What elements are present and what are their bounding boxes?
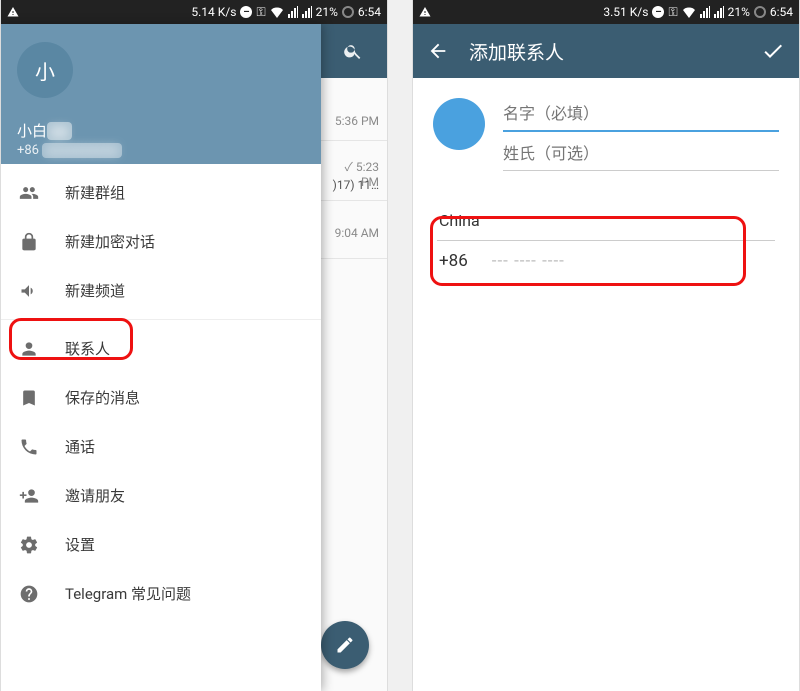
avatar-placeholder[interactable] — [433, 98, 485, 150]
person-icon — [19, 339, 41, 359]
megaphone-icon — [19, 281, 41, 301]
vpn-key-icon: ⚿ — [668, 5, 677, 20]
divider — [319, 258, 387, 259]
signal-icon — [700, 6, 710, 18]
country-code-input[interactable]: +86 — [439, 251, 468, 271]
drawer-invite-friends[interactable]: 邀请朋友 — [1, 471, 321, 520]
drawer-item-label: 保存的消息 — [65, 387, 140, 408]
back-icon[interactable] — [427, 40, 449, 62]
confirm-icon[interactable] — [761, 39, 785, 63]
net-speed: 3.51 K/s — [603, 5, 648, 19]
do-not-disturb-icon: – — [652, 6, 664, 18]
lock-icon — [19, 232, 41, 252]
chat-toolbar — [319, 24, 387, 78]
divider — [319, 200, 387, 201]
drawer-new-secret-chat[interactable]: 新建加密对话 — [1, 217, 321, 266]
signal-icon — [288, 6, 298, 18]
drawer-header[interactable]: 小 小白▮▮ +86 ▮▮▮▮▮▮▮▮▮▮ — [1, 24, 321, 164]
drawer-list: 新建群组 新建加密对话 新建频道 联系人 保存的消息 通话 — [1, 164, 321, 691]
first-name-input[interactable] — [503, 98, 779, 132]
search-icon[interactable] — [343, 41, 363, 61]
warning-icon — [7, 6, 19, 18]
battery-pct: 21% — [316, 5, 338, 19]
phone-number-input[interactable]: --- ---- ---- — [492, 251, 565, 271]
drawer-item-label: 联系人 — [65, 338, 110, 359]
drawer-item-label: 通话 — [65, 436, 95, 457]
phone-section: China +86 --- ---- ---- — [433, 207, 779, 275]
drawer-item-label: 邀请朋友 — [65, 485, 125, 506]
add-contact-form: China +86 --- ---- ---- — [413, 78, 799, 275]
chat-time: 9:04 AM — [319, 220, 387, 246]
drawer-username: 小白▮▮ — [17, 120, 305, 141]
phone-row: +86 --- ---- ---- — [437, 240, 775, 275]
phone-icon — [19, 437, 41, 457]
help-icon — [19, 584, 41, 604]
avatar-initial: 小 — [35, 56, 55, 85]
signal-icon-2 — [714, 6, 724, 18]
right-phone: 3.51 K/s – ⚿ 21% 6:54 添加联系人 Ch — [412, 0, 800, 691]
nav-drawer: 小 小白▮▮ +86 ▮▮▮▮▮▮▮▮▮▮ 新建群组 新建加密对话 新建频道 — [1, 24, 321, 691]
drawer-settings[interactable]: 设置 — [1, 520, 321, 569]
clock-time: 6:54 — [358, 5, 381, 19]
invite-icon — [19, 486, 41, 506]
group-icon — [19, 183, 41, 203]
divider — [1, 319, 321, 320]
bookmark-icon — [19, 388, 41, 408]
drawer-phone: +86 ▮▮▮▮▮▮▮▮▮▮ — [17, 143, 305, 158]
avatar[interactable]: 小 — [17, 42, 73, 98]
drawer-item-label: Telegram 常见问题 — [65, 583, 191, 604]
drawer-contacts[interactable]: 联系人 — [1, 324, 321, 373]
drawer-faq[interactable]: Telegram 常见问题 — [1, 569, 321, 618]
status-bar: 5.14 K/s – ⚿ 21% 6:54 — [1, 0, 387, 24]
toolbar-title: 添加联系人 — [469, 38, 564, 65]
add-contact-toolbar: 添加联系人 — [413, 24, 799, 78]
clock-time: 6:54 — [770, 5, 793, 19]
vpn-key-icon: ⚿ — [256, 5, 265, 20]
drawer-item-label: 设置 — [65, 534, 95, 555]
left-phone: 5.14 K/s – ⚿ 21% 6:54 5:36 PM ✓ 5:23 PM … — [0, 0, 388, 691]
wifi-icon — [682, 6, 696, 18]
drawer-item-label: 新建频道 — [65, 280, 125, 301]
do-not-disturb-icon: – — [240, 6, 252, 18]
chat-snippet: )17) 11… — [319, 172, 387, 198]
drawer-item-label: 新建加密对话 — [65, 231, 155, 252]
battery-pct: 21% — [728, 5, 750, 19]
divider — [319, 140, 387, 141]
warning-icon — [419, 6, 431, 18]
last-name-input[interactable] — [503, 138, 779, 171]
country-selector[interactable]: China — [437, 207, 775, 234]
drawer-new-group[interactable]: 新建群组 — [1, 168, 321, 217]
pencil-icon — [335, 635, 355, 655]
wifi-icon — [270, 6, 284, 18]
compose-fab[interactable] — [321, 621, 369, 669]
drawer-new-channel[interactable]: 新建频道 — [1, 266, 321, 315]
net-speed: 5.14 K/s — [191, 5, 236, 19]
drawer-item-label: 新建群组 — [65, 182, 125, 203]
drawer-saved-messages[interactable]: 保存的消息 — [1, 373, 321, 422]
clock-icon — [342, 6, 354, 18]
drawer-calls[interactable]: 通话 — [1, 422, 321, 471]
gear-icon — [19, 535, 41, 555]
status-bar: 3.51 K/s – ⚿ 21% 6:54 — [413, 0, 799, 24]
clock-icon — [754, 6, 766, 18]
chat-time: 5:36 PM — [319, 108, 387, 134]
signal-icon-2 — [302, 6, 312, 18]
